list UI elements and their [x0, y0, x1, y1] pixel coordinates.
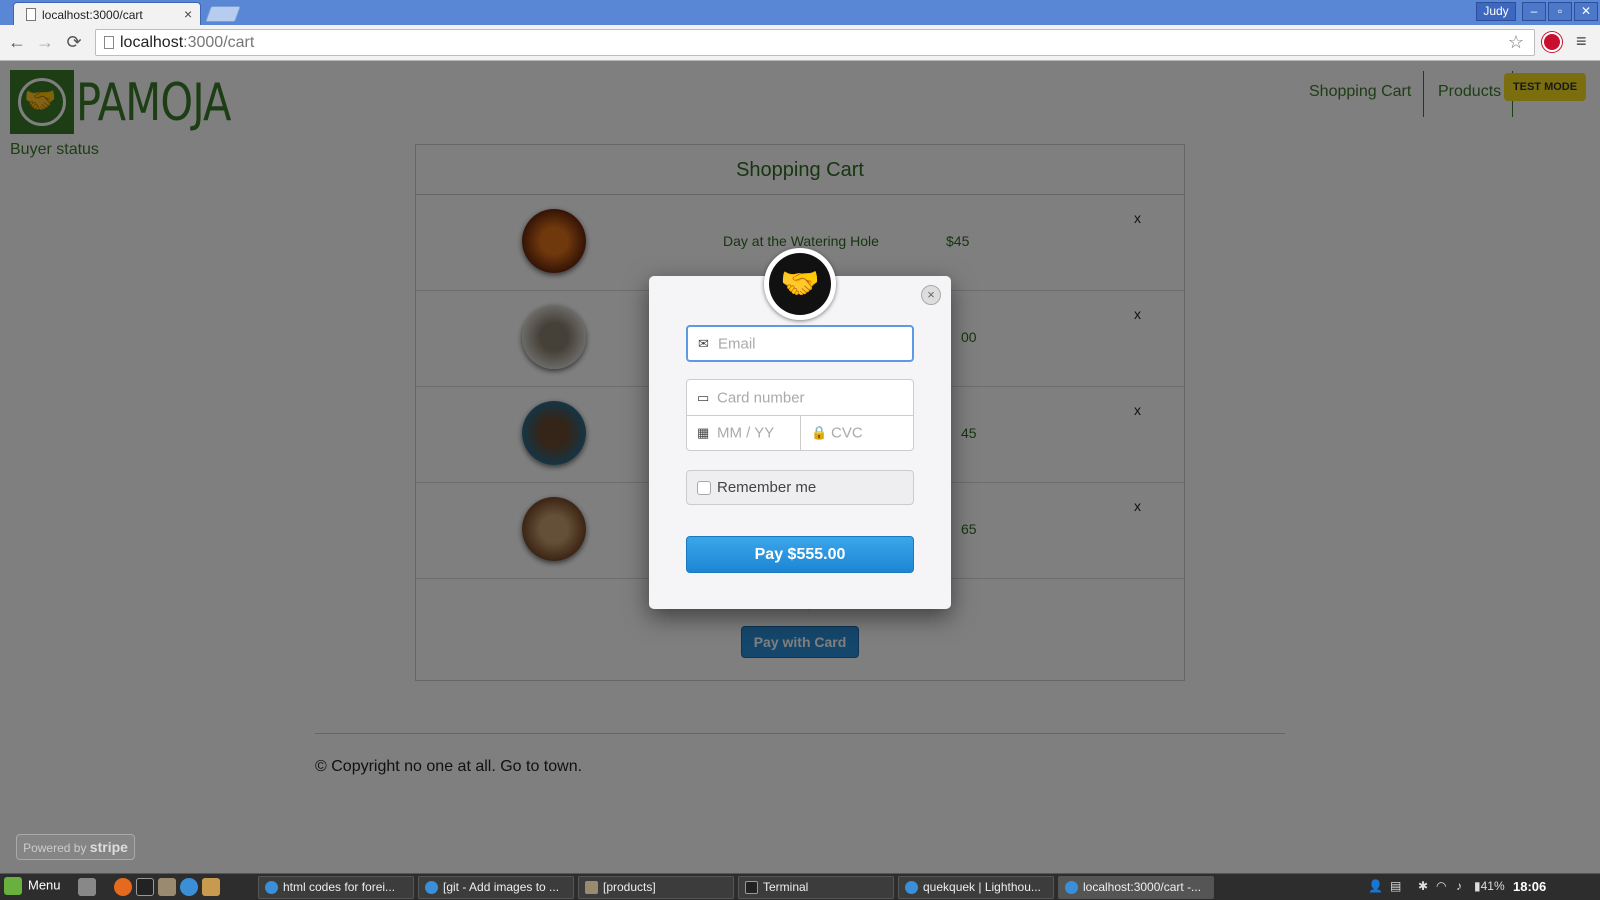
volume-icon[interactable]: ♪ [1456, 879, 1462, 893]
battery-icon[interactable]: ▮41% [1474, 879, 1505, 893]
terminal-icon[interactable] [136, 878, 154, 896]
expiry-placeholder: MM / YY [717, 424, 775, 442]
page-icon [104, 36, 114, 49]
terminal-icon [745, 881, 758, 894]
cvc-placeholder: CVC [831, 424, 863, 442]
chrome-icon [1065, 881, 1078, 894]
mint-logo-icon [4, 877, 22, 895]
taskbar-window[interactable]: [git - Add images to ... [418, 876, 574, 899]
envelope-icon: ✉ [698, 335, 709, 351]
taskbar-window[interactable]: html codes for forei... [258, 876, 414, 899]
minimize-button[interactable]: – [1522, 2, 1546, 21]
remember-me-checkbox[interactable] [697, 481, 711, 495]
powered-by-stripe-badge[interactable]: Powered by stripe [16, 834, 135, 860]
firefox-icon[interactable] [114, 878, 132, 896]
battery-level: 41% [1480, 879, 1505, 893]
chrome-icon [425, 881, 438, 894]
show-desktop-icon[interactable] [78, 878, 96, 896]
cvc-field[interactable]: 🔒 CVC [800, 415, 914, 451]
taskbar-window[interactable]: [products] [578, 876, 734, 899]
url-text[interactable]: localhost:3000/cart [120, 34, 254, 52]
page-icon [26, 8, 36, 21]
chrome-icon [905, 881, 918, 894]
os-taskbar: Menu html codes for forei... [git - Add … [0, 873, 1600, 900]
reload-icon[interactable]: ⟳ [63, 31, 85, 53]
taskbar-window[interactable]: Terminal [738, 876, 894, 899]
editor-icon[interactable] [202, 878, 220, 896]
tab-title: localhost:3000/cart [42, 8, 143, 22]
close-window-button[interactable]: ✕ [1574, 2, 1598, 21]
expiry-field[interactable]: ▦ MM / YY [686, 415, 801, 451]
taskbar-window[interactable]: quekquek | Lighthou... [898, 876, 1054, 899]
bookmark-star-icon[interactable]: ☆ [1508, 32, 1524, 53]
clock[interactable]: 18:06 [1513, 879, 1546, 894]
credit-card-icon: ▭ [697, 389, 710, 405]
tab-close-icon[interactable]: × [184, 6, 192, 22]
remember-me-label: Remember me [717, 479, 817, 496]
user-icon[interactable]: 👤 [1368, 879, 1383, 893]
calendar-icon: ▦ [697, 425, 710, 440]
pay-button[interactable]: Pay $555.00 [686, 536, 914, 573]
browser-menu-icon[interactable]: ≡ [1576, 31, 1587, 52]
email-field[interactable]: ✉ Email [686, 325, 914, 362]
wifi-icon[interactable]: ◠ [1436, 879, 1446, 893]
stripe-checkout-modal: 🤝 × ✉ Email ▭ Card number ▦ MM / YY 🔒 CV… [649, 248, 951, 609]
back-icon[interactable]: ← [6, 31, 28, 53]
merchant-logo: 🤝 [764, 248, 836, 320]
browser-toolbar: ← → ⟳ localhost:3000/cart ☆ ≡ [0, 25, 1600, 61]
card-number-field[interactable]: ▭ Card number [686, 379, 914, 416]
start-menu-button[interactable]: Menu [4, 877, 61, 895]
folder-icon [585, 881, 598, 894]
email-placeholder: Email [718, 335, 756, 352]
handshake-icon: 🤝 [769, 253, 831, 315]
browser-titlebar: localhost:3000/cart × Judy – ▫ ✕ [0, 0, 1600, 25]
profile-button[interactable]: Judy [1476, 2, 1516, 21]
lock-icon: 🔒 [811, 425, 828, 440]
new-tab-button[interactable] [205, 6, 241, 22]
chrome-icon [265, 881, 278, 894]
taskbar-window[interactable]: localhost:3000/cart -... [1058, 876, 1214, 899]
extension-icon[interactable] [1542, 32, 1562, 52]
chrome-icon[interactable] [180, 878, 198, 896]
forward-icon[interactable]: → [34, 31, 56, 53]
files-icon[interactable] [158, 878, 176, 896]
remember-me-option[interactable]: Remember me [686, 470, 914, 505]
keyboard-layout-icon[interactable]: ▤ [1390, 879, 1401, 893]
browser-tab[interactable]: localhost:3000/cart × [13, 2, 201, 25]
card-number-placeholder: Card number [717, 389, 805, 406]
close-icon[interactable]: × [921, 285, 941, 305]
bluetooth-icon[interactable]: ✱ [1418, 879, 1428, 893]
address-bar[interactable]: localhost:3000/cart ☆ [95, 29, 1535, 56]
maximize-button[interactable]: ▫ [1548, 2, 1572, 21]
